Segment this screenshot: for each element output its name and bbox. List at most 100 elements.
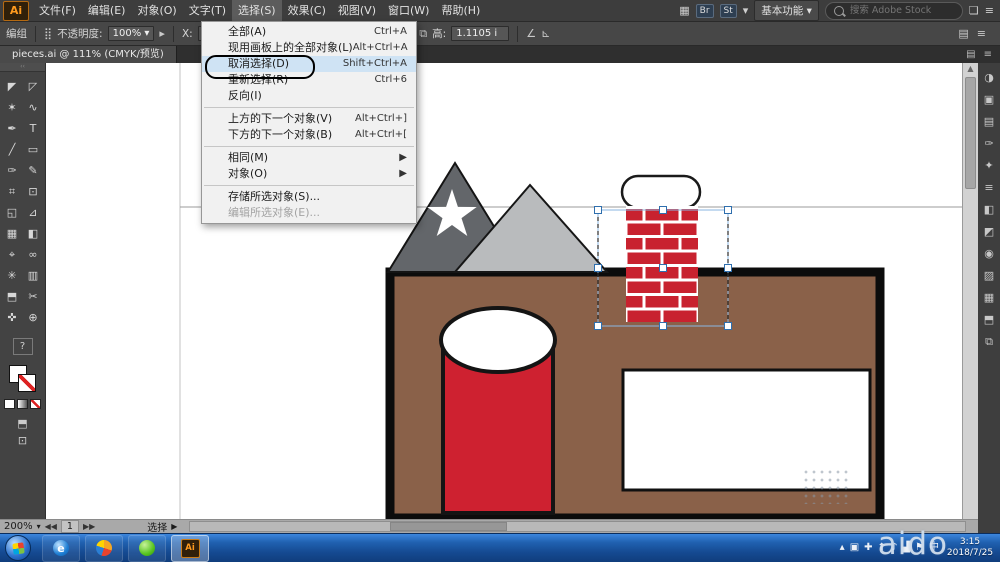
menu-item[interactable]: 编辑所选对象(E)... [202, 205, 416, 221]
menu-item[interactable]: 重新选择(R) Ctrl+6 [202, 72, 416, 88]
menu-item[interactable] [204, 185, 414, 186]
tray-icon[interactable]: ▴ [840, 543, 845, 553]
stock-button[interactable]: St [719, 3, 737, 18]
menu-item[interactable]: 相同(M) ▶ [202, 150, 416, 166]
expand-icon[interactable]: ▸ [159, 27, 165, 40]
tool-button[interactable]: ⊡ [23, 181, 44, 202]
menu-item[interactable] [204, 107, 414, 108]
menubar-item[interactable]: 编辑(E) [82, 0, 132, 22]
tool-button[interactable]: ▭ [23, 139, 44, 160]
panel-icon[interactable]: ⬒ [984, 313, 994, 326]
menu-item[interactable] [204, 146, 414, 147]
panel-icon[interactable]: ▣ [984, 93, 994, 106]
menu-item[interactable]: 上方的下一个对象(V) Alt+Ctrl+] [202, 111, 416, 127]
tool-button[interactable]: ⊿ [23, 202, 44, 223]
document-tab[interactable]: pieces.ai @ 111% (CMYK/预览) [0, 46, 177, 63]
menu-item[interactable]: 下方的下一个对象(B) Alt+Ctrl+[ [202, 127, 416, 143]
dock-icon[interactable]: ▤ [966, 49, 975, 60]
tool-button[interactable]: ◧ [23, 223, 44, 244]
tool-button[interactable]: ⊕ [23, 307, 44, 328]
panel-icon[interactable]: ◉ [984, 247, 994, 260]
tool-button[interactable]: ╱ [2, 139, 23, 160]
shear-icon[interactable]: ∠ [526, 27, 536, 40]
tool-button[interactable]: ▦ [2, 223, 23, 244]
workspace-switcher[interactable]: 基本功能 ▾ [754, 0, 819, 21]
reference-point-icon[interactable]: ⣿ [44, 27, 52, 40]
zoom-level[interactable]: 200% [4, 521, 33, 532]
artboard-nav-prev[interactable]: ◀◀ [45, 522, 57, 531]
menubar-item[interactable]: 窗口(W) [382, 0, 435, 22]
stock-search[interactable] [824, 1, 963, 20]
zoom-caret-icon[interactable]: ▾ [37, 522, 41, 531]
taskbar-illustrator-button[interactable]: Ai [171, 534, 209, 562]
tool-button[interactable]: T [23, 118, 44, 139]
tab-menu-icon[interactable]: ≡ [984, 49, 992, 60]
menu-item[interactable]: 对象(O) ▶ [202, 166, 416, 182]
panel-icon[interactable]: ▤ [984, 115, 994, 128]
arrange-documents-icon[interactable]: ▦ [679, 4, 689, 17]
tool-button[interactable]: ✳ [2, 265, 23, 286]
tool-button[interactable]: ✶ [2, 97, 23, 118]
stroke-swatch[interactable] [17, 374, 36, 392]
tool-button[interactable]: ▥ [23, 265, 44, 286]
menu-item[interactable]: 反向(I) [202, 88, 416, 104]
tool-button[interactable]: ✎ [23, 160, 44, 181]
panel-icon[interactable]: ▦ [984, 291, 994, 304]
panel-icon[interactable]: ✦ [984, 159, 993, 172]
align-panel-icon[interactable]: ▤ [958, 27, 968, 40]
menubar-item[interactable]: 文字(T) [183, 0, 232, 22]
scrollbar-thumb[interactable] [965, 77, 976, 189]
tool-button[interactable]: ∿ [23, 97, 44, 118]
artboard-number-field[interactable]: 1 [60, 520, 79, 533]
panel-menu-icon[interactable]: ≡ [977, 27, 986, 40]
menu-item[interactable]: 取消选择(D) Shift+Ctrl+A [202, 56, 416, 72]
bridge-button[interactable]: Br [695, 3, 714, 18]
opacity-field[interactable]: 100% ▾ [107, 26, 155, 41]
panel-icon[interactable]: ≡ [984, 181, 993, 194]
horizontal-scrollbar[interactable] [189, 521, 966, 532]
tool-button[interactable]: ◤ [2, 76, 23, 97]
menubar-item[interactable]: 对象(O) [131, 0, 182, 22]
tool-button[interactable]: ✜ [2, 307, 23, 328]
chevron-down-icon[interactable]: ▾ [743, 4, 749, 17]
cylinder-top-shape[interactable] [439, 306, 557, 374]
scroll-up-icon[interactable]: ▲ [963, 63, 978, 75]
status-expand-icon[interactable]: ▶ [171, 522, 177, 531]
panel-icon[interactable]: ⧉ [985, 335, 993, 348]
search-input[interactable] [847, 4, 952, 17]
menu-item[interactable]: 全部(A) Ctrl+A [202, 24, 416, 40]
menubar-item[interactable]: 选择(S) [232, 0, 282, 22]
canvas[interactable] [46, 63, 962, 519]
tray-icon[interactable]: ✚ [864, 543, 872, 553]
panel-icon[interactable]: ✑ [984, 137, 993, 150]
tool-button[interactable]: ⌖ [2, 244, 23, 265]
artboard-nav-next[interactable]: ▶▶ [83, 522, 95, 531]
constrain-proportions-icon[interactable]: ⧉ [419, 27, 427, 41]
tool-button[interactable]: ∞ [23, 244, 44, 265]
tray-icon[interactable]: ▣ [850, 543, 859, 553]
tool-button[interactable]: ◸ [23, 76, 44, 97]
taskbar-browser-button[interactable] [85, 534, 123, 562]
help-button[interactable]: ? [12, 338, 33, 355]
rotate-icon[interactable]: ⊾ [541, 27, 550, 40]
clock[interactable]: 3:15 2018/7/25 [944, 537, 996, 559]
none-button[interactable] [30, 399, 41, 409]
panel-icon[interactable]: ◑ [984, 71, 994, 84]
tool-button[interactable]: ⬒ [2, 286, 23, 307]
chimney-cap-shape[interactable] [620, 174, 702, 210]
tools-panel-header[interactable]: ‹‹ [0, 63, 45, 72]
screen-mode-icon[interactable]: ⊡ [18, 434, 27, 447]
menu-item[interactable]: 存储所选对象(S)... [202, 189, 416, 205]
tool-button[interactable]: ⌗ [2, 181, 23, 202]
color-button[interactable] [4, 399, 15, 409]
height-field[interactable]: 1.1105 i [451, 26, 510, 41]
menubar-item[interactable]: 文件(F) [33, 0, 82, 22]
tool-button[interactable]: ✂ [23, 286, 44, 307]
menubar-item[interactable]: 视图(V) [332, 0, 382, 22]
taskbar-ie-button[interactable]: e [42, 534, 80, 562]
tool-button[interactable]: ✑ [2, 160, 23, 181]
taskbar-360-button[interactable] [128, 534, 166, 562]
start-button[interactable] [5, 535, 31, 561]
gradient-button[interactable] [17, 399, 28, 409]
hscroll-thumb[interactable] [390, 522, 508, 531]
